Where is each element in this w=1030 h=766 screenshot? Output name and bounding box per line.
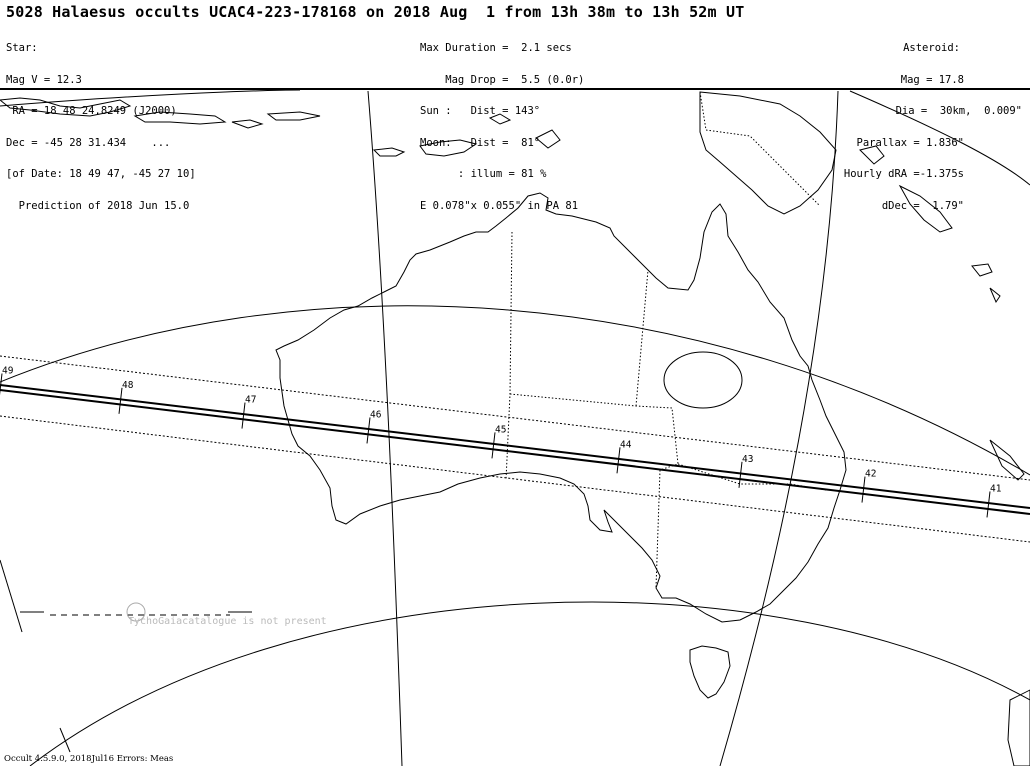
time-tick — [366, 417, 371, 444]
meridian-line — [719, 90, 839, 766]
meridian-line — [367, 90, 403, 766]
shadow-path-north-edge — [0, 384, 1030, 509]
time-tick-label: 43 — [742, 454, 753, 465]
globe-curve — [849, 90, 1030, 186]
tasmania-coastline — [689, 645, 731, 699]
northern-islands — [0, 91, 1030, 766]
latitude-arc — [0, 305, 1030, 476]
footer-version: Occult 4.5.9.0, 2018Jul16 Errors: Meas — [4, 754, 174, 764]
time-tick-label: 47 — [245, 395, 256, 406]
time-tick-label: 49 — [2, 366, 14, 377]
time-tick-label: 44 — [620, 439, 632, 450]
globe-curve — [0, 559, 23, 633]
globe-curve — [59, 727, 71, 753]
time-tick — [0, 373, 3, 396]
time-tick — [861, 476, 866, 503]
time-tick-label: 48 — [122, 380, 134, 391]
time-tick — [118, 387, 123, 414]
time-tick — [986, 491, 991, 518]
error-ellipse — [663, 351, 743, 409]
australia-coastline — [275, 192, 847, 623]
time-tick-label: 46 — [370, 409, 382, 420]
time-tick — [241, 402, 246, 429]
shadow-path-south-edge — [0, 389, 1030, 515]
time-tick-label: 41 — [990, 483, 1002, 494]
state-borders — [505, 91, 827, 589]
time-tick-label: 42 — [865, 469, 876, 480]
time-tick — [616, 447, 621, 474]
occultation-map: 49 48 47 46 45 44 43 42 41 TychoGaiacatalogue is… — [0, 88, 1030, 766]
catalogue-notice: TychoGaiacatalogue is not present — [128, 616, 327, 627]
globe-curve — [0, 89, 301, 107]
path-limit-north — [0, 355, 1030, 481]
time-tick — [491, 432, 496, 459]
time-tick-label: 45 — [495, 424, 506, 435]
